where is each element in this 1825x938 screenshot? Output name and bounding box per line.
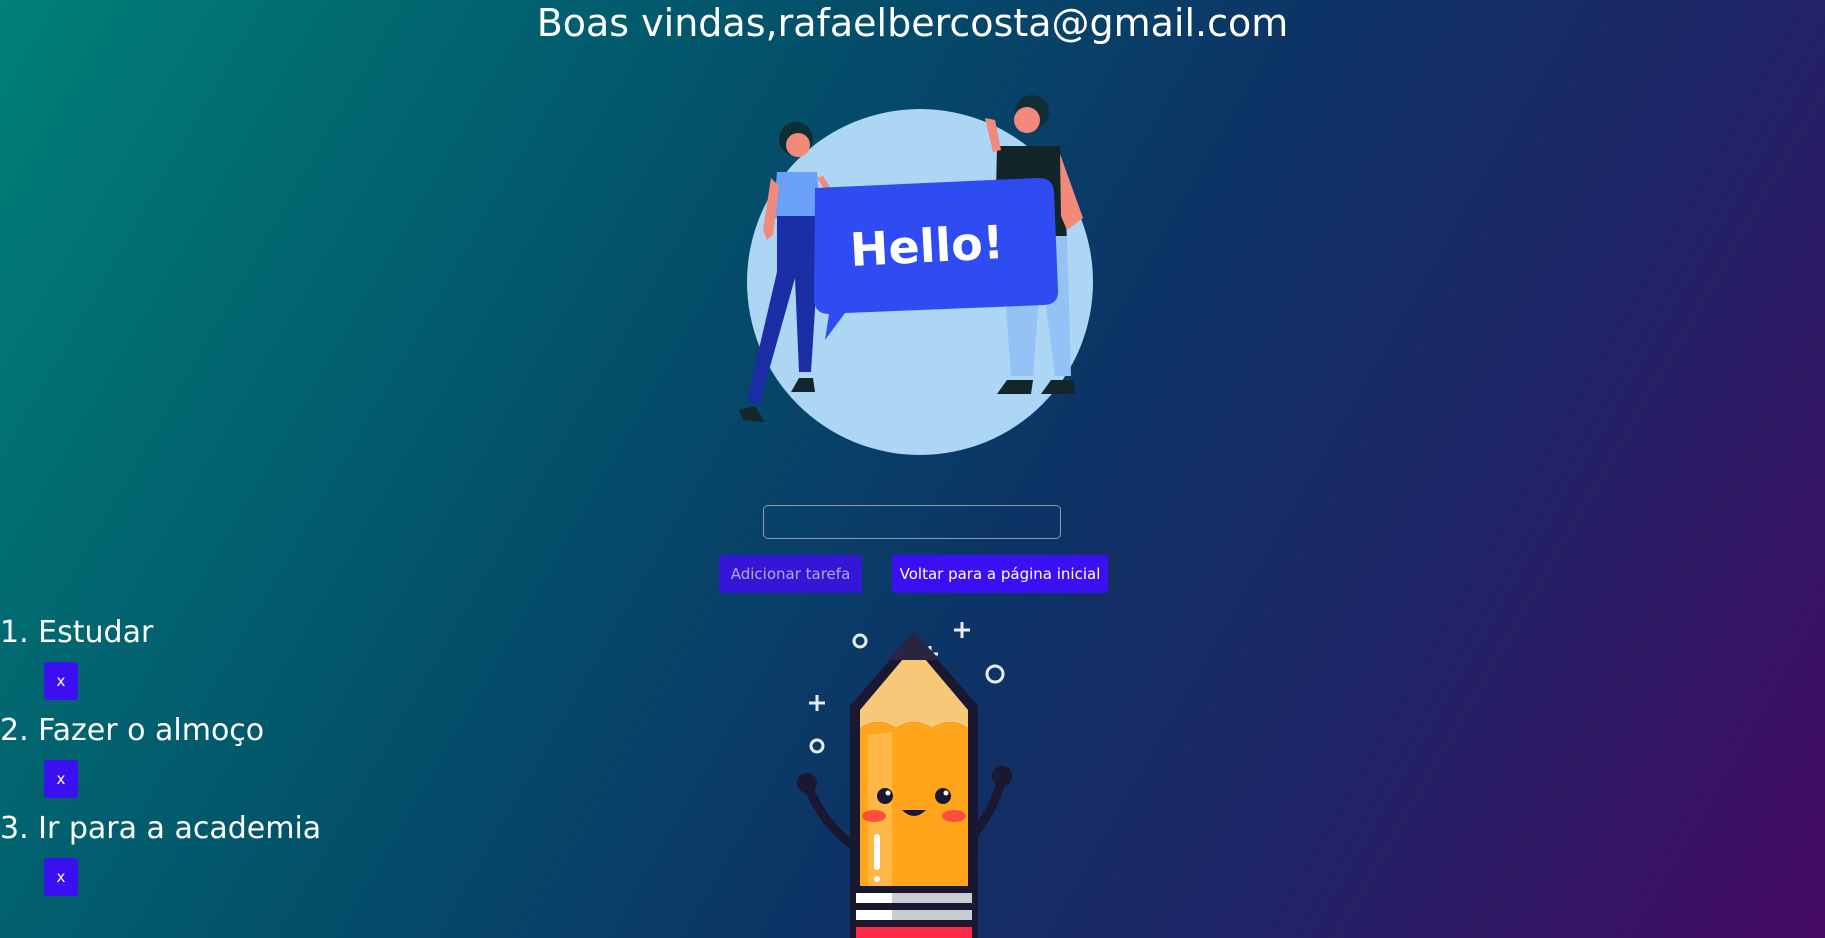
task-label: 2. Fazer o almoço <box>0 713 265 748</box>
task-label: 1. Estudar <box>0 615 154 650</box>
task-label: 3. Ir para a academia <box>0 811 322 846</box>
remove-task-button[interactable]: x <box>44 858 78 896</box>
add-task-button[interactable]: Adicionar tarefa <box>719 555 862 593</box>
task-input[interactable] <box>763 505 1061 539</box>
remove-task-button[interactable]: x <box>44 662 78 700</box>
back-to-home-button[interactable]: Voltar para a página inicial <box>892 555 1108 593</box>
remove-task-button[interactable]: x <box>44 760 78 798</box>
hello-illustration: Hello! <box>739 95 1093 455</box>
hello-bubble-text: Hello! <box>849 215 1005 277</box>
pencil-mascot-illustration <box>797 622 1012 938</box>
page-title: Boas vindas,rafaelbercosta@gmail.com <box>536 1 1289 45</box>
